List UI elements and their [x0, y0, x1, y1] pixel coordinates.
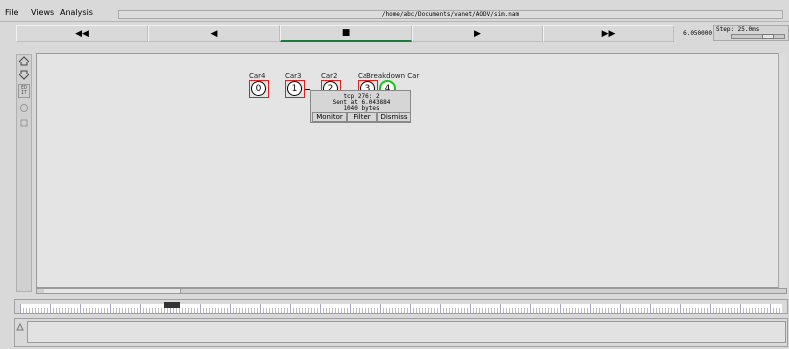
- rewind-button[interactable]: ◀◀: [16, 25, 148, 42]
- step-back-button[interactable]: ◀: [148, 25, 280, 42]
- dismiss-button[interactable]: Dismiss: [377, 112, 411, 122]
- stop-icon: ■: [341, 28, 351, 38]
- circle-icon[interactable]: [18, 103, 30, 113]
- square-icon[interactable]: [18, 118, 30, 128]
- fast-forward-button[interactable]: ▶▶: [543, 25, 674, 42]
- panel-toggle-icon[interactable]: [16, 322, 24, 332]
- car-label: Car4: [249, 72, 266, 80]
- vertical-scrollbar[interactable]: [778, 53, 787, 293]
- zoom-in-icon[interactable]: [18, 56, 30, 66]
- filter-button[interactable]: Filter: [347, 112, 377, 122]
- horizontal-scrollbar-thumb[interactable]: [44, 289, 181, 293]
- menu-views[interactable]: Views: [31, 8, 54, 17]
- play-button[interactable]: ▶: [412, 25, 543, 42]
- step-label: Step: 25.0ms: [716, 26, 760, 33]
- file-path-field: /home/abc/Documents/vanet/AODV/sim.nam: [118, 10, 783, 19]
- car-label: Breakdown Car: [366, 72, 420, 80]
- car-label: Car2: [321, 72, 338, 80]
- time-display: 6.050000: [683, 30, 712, 37]
- editor-icon[interactable]: ED IT: [18, 84, 30, 98]
- stop-button[interactable]: ■: [280, 25, 412, 42]
- timeline-slider[interactable]: [20, 304, 782, 313]
- play-icon: ▶: [474, 28, 481, 39]
- monitor-button[interactable]: Monitor: [312, 112, 347, 122]
- menu-file[interactable]: File: [5, 8, 18, 17]
- play-backward-icon: ◀: [210, 28, 218, 39]
- network-canvas[interactable]: [36, 53, 787, 288]
- step-slider[interactable]: [731, 34, 785, 39]
- car-label: Car3: [285, 72, 302, 80]
- car-node[interactable]: 0: [251, 81, 266, 96]
- timeline-ticks: [20, 304, 780, 313]
- menu-analysis[interactable]: Analysis: [60, 8, 93, 17]
- rewind-icon: ◀◀: [75, 28, 89, 39]
- transport-bar: ◀◀ ◀ ■ ▶ ▶▶: [16, 25, 674, 42]
- annotation-list[interactable]: [27, 321, 786, 343]
- step-slider-thumb[interactable]: [762, 34, 774, 39]
- timeline-thumb[interactable]: [164, 302, 181, 308]
- fast-forward-icon: ▶▶: [601, 28, 616, 39]
- car-node[interactable]: 1: [287, 81, 302, 96]
- packet-info-popup: tcp 276: 2 Sent at 6.043884 1040 bytes M…: [310, 90, 411, 123]
- zoom-out-icon[interactable]: [18, 70, 30, 80]
